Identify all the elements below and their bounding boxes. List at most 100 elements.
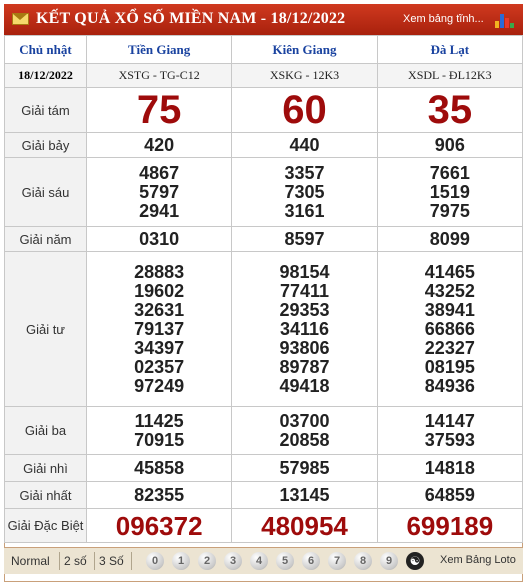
prize-value: 77411 — [279, 280, 330, 301]
prize-value: 906 — [376, 132, 524, 158]
prize-row-g7: Giải bảy 420 440 906 — [4, 132, 524, 158]
prize-label: Giải nhì — [4, 454, 87, 482]
view-loto-link[interactable]: Xem Bảng Loto — [440, 554, 516, 566]
prize-value: 29353 — [279, 299, 330, 320]
province-da-lat[interactable]: Đà Lạt — [376, 35, 524, 64]
prize-row-g6: Giải sáu 4867 5797 2941 3357 7305 3161 7… — [4, 157, 524, 227]
prize-value: 43252 — [424, 280, 475, 301]
prize-value: 7305 — [284, 181, 325, 202]
prize-value: 28883 — [134, 261, 185, 282]
prize-value: 4867 — [139, 162, 180, 183]
province-kien-giang[interactable]: Kiên Giang — [231, 35, 378, 64]
prize-value: 420 — [85, 132, 233, 158]
prize-cell: 3357 7305 3161 — [231, 157, 378, 227]
day-cell: Chủ nhật — [4, 35, 87, 64]
code-tien-giang: XSTG - TG-C12 — [85, 63, 233, 88]
yin-yang-icon[interactable]: ☯ — [406, 552, 424, 570]
prize-value: 41465 — [424, 261, 475, 282]
prize-row-g5: Giải năm 0310 8597 8099 — [4, 226, 524, 252]
prize-label: Giải tám — [4, 87, 87, 133]
prize-value: 82355 — [85, 481, 233, 509]
code-da-lat: XSDL - ĐL12K3 — [376, 63, 524, 88]
special-prize-value: 480954 — [231, 508, 378, 543]
prize-label: Giải Đặc Biệt — [4, 508, 87, 543]
prize-value: 22327 — [424, 337, 475, 358]
prize-value: 1519 — [429, 181, 470, 202]
prize-value: 7975 — [429, 200, 470, 221]
digit-6-button[interactable]: 6 — [302, 552, 320, 570]
prize-value: 8099 — [376, 226, 524, 252]
digit-0-button[interactable]: 0 — [146, 552, 164, 570]
prize-cell: 03700 20858 — [231, 406, 378, 455]
prize-value: 02357 — [134, 356, 185, 377]
digit-8-button[interactable]: 8 — [354, 552, 372, 570]
envelope-icon — [12, 13, 29, 25]
digit-1-button[interactable]: 1 — [172, 552, 190, 570]
prize-value: 3161 — [284, 200, 325, 221]
prize-cell: 41465 43252 38941 66866 22327 08195 8493… — [376, 251, 524, 407]
prize-value: 64859 — [376, 481, 524, 509]
prize-row-g3: Giải ba 11425 70915 03700 20858 14147 37… — [4, 406, 524, 455]
prize-value: 440 — [231, 132, 378, 158]
digit-4-button[interactable]: 4 — [250, 552, 268, 570]
code-kien-giang: XSKG - 12K3 — [231, 63, 378, 88]
digit-5-button[interactable]: 5 — [276, 552, 294, 570]
province-tien-giang[interactable]: Tiền Giang — [85, 35, 233, 64]
code-row: 18/12/2022 XSTG - TG-C12 XSKG - 12K3 XSD… — [4, 63, 524, 88]
prize-cell: 11425 70915 — [85, 406, 233, 455]
mode-3-digit-button[interactable]: 3 Số — [99, 554, 124, 568]
bar-chart-icon[interactable] — [493, 10, 515, 28]
prize-label: Giải năm — [4, 226, 87, 252]
prize-value: 89787 — [279, 356, 330, 377]
prize-label: Giải tư — [4, 251, 87, 407]
prize-value: 98154 — [279, 261, 330, 282]
prize-value: 2941 — [139, 200, 180, 221]
prize-label: Giải sáu — [4, 157, 87, 227]
prize-label: Giải nhất — [4, 481, 87, 509]
prize-label: Giải ba — [4, 406, 87, 455]
prize-value: 37593 — [424, 429, 475, 450]
prize-value: 75 — [85, 87, 233, 133]
prize-value: 0310 — [85, 226, 233, 252]
prize-cell: 7661 1519 7975 — [376, 157, 524, 227]
prize-value: 66866 — [424, 318, 475, 339]
prize-row-special: Giải Đặc Biệt 096372 480954 699189 — [4, 508, 524, 543]
prize-value: 35 — [376, 87, 524, 133]
footer-toolbar: Normal 2 số 3 Số 0 1 2 3 4 5 6 7 8 9 ☯ X… — [4, 547, 523, 574]
mode-normal-button[interactable]: Normal — [11, 554, 50, 568]
prize-value: 97249 — [134, 375, 185, 396]
prize-value: 93806 — [279, 337, 330, 358]
draw-date: 18/12/2022 — [4, 63, 87, 88]
prize-value: 14147 — [424, 410, 475, 431]
digit-7-button[interactable]: 7 — [328, 552, 346, 570]
view-static-link[interactable]: Xem bảng tĩnh... — [403, 13, 484, 25]
digit-9-button[interactable]: 9 — [380, 552, 398, 570]
prize-value: 3357 — [284, 162, 325, 183]
prize-value: 03700 — [279, 410, 330, 431]
prize-value: 7661 — [429, 162, 470, 183]
divider — [59, 552, 60, 570]
divider — [131, 552, 132, 570]
prize-row-g1: Giải nhất 82355 13145 64859 — [4, 481, 524, 509]
prize-value: 8597 — [231, 226, 378, 252]
prize-cell: 28883 19602 32631 79137 34397 02357 9724… — [85, 251, 233, 407]
prize-row-g4: Giải tư 28883 19602 32631 79137 34397 02… — [4, 251, 524, 407]
prize-value: 34116 — [279, 318, 330, 339]
digit-3-button[interactable]: 3 — [224, 552, 242, 570]
prize-value: 32631 — [134, 299, 185, 320]
prize-value: 5797 — [139, 181, 180, 202]
prize-cell: 98154 77411 29353 34116 93806 89787 4941… — [231, 251, 378, 407]
prize-row-g2: Giải nhì 45858 57985 14818 — [4, 454, 524, 482]
prize-value: 84936 — [424, 375, 475, 396]
prize-cell: 4867 5797 2941 — [85, 157, 233, 227]
page-title: KẾT QUẢ XỔ SỐ MIỀN NAM - 18/12/2022 — [36, 10, 346, 27]
prize-value: 13145 — [231, 481, 378, 509]
prize-value: 38941 — [424, 299, 475, 320]
prize-value: 49418 — [279, 375, 330, 396]
digit-2-button[interactable]: 2 — [198, 552, 216, 570]
mode-2-digit-button[interactable]: 2 số — [64, 554, 87, 568]
prize-cell: 14147 37593 — [376, 406, 524, 455]
prize-value: 08195 — [424, 356, 475, 377]
prize-label: Giải bảy — [4, 132, 87, 158]
province-header-row: Chủ nhật Tiền Giang Kiên Giang Đà Lạt — [4, 35, 524, 64]
